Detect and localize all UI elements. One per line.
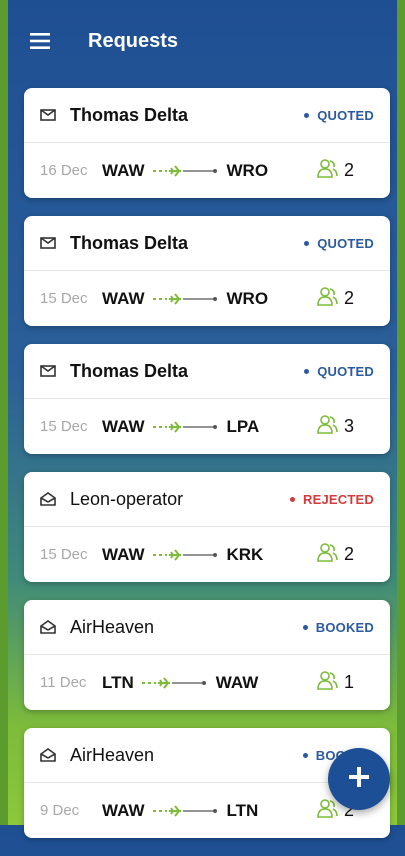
- airplane-route-icon: [151, 804, 221, 818]
- passenger-number: 2: [343, 160, 354, 180]
- passengers-icon: [316, 670, 338, 695]
- request-card-details: 15 Dec WAW KRK 2: [24, 527, 390, 582]
- envelope-closed-icon: [40, 364, 58, 378]
- request-card[interactable]: Thomas Delta QUOTED 15 Dec WAW LPA 3: [24, 344, 390, 454]
- status-dot: [302, 752, 308, 758]
- request-card-header: Thomas Delta QUOTED: [24, 344, 390, 399]
- arrival-code: KRK: [226, 544, 264, 564]
- passenger-count: 3: [316, 414, 354, 439]
- status-label: QUOTED: [317, 363, 374, 379]
- departure-code: WAW: [102, 288, 145, 308]
- status-dot: [302, 624, 308, 630]
- status-badge: QUOTED: [304, 364, 374, 379]
- request-card[interactable]: AirHeaven BOOKED 11 Dec LTN WAW 1: [24, 600, 390, 710]
- passenger-number: 3: [343, 416, 354, 436]
- app-bar: Requests: [8, 0, 397, 82]
- status-dot: [304, 240, 310, 246]
- status-label: QUOTED: [317, 235, 374, 251]
- status-dot: [304, 368, 310, 374]
- request-card-header: Leon-operator REJECTED: [24, 472, 390, 527]
- request-list: Thomas Delta QUOTED 16 Dec WAW WRO 2 Tho…: [24, 88, 390, 856]
- passenger-count: 2: [316, 542, 354, 567]
- page-title: Requests: [88, 29, 179, 52]
- envelope-open-icon: [40, 748, 58, 762]
- request-card-details: 15 Dec WAW LPA 3: [24, 399, 390, 454]
- operator-name: AirHeaven: [70, 616, 155, 637]
- request-card-details: 11 Dec LTN WAW 1: [24, 655, 390, 710]
- envelope-open-icon: [40, 492, 58, 506]
- status-badge: QUOTED: [304, 236, 374, 251]
- passengers-icon: [316, 286, 338, 311]
- arrival-code: LPA: [226, 416, 260, 436]
- airplane-route-icon: [151, 420, 221, 434]
- departure-code: LTN: [102, 672, 134, 692]
- status-label: REJECTED: [303, 491, 374, 507]
- request-card[interactable]: Leon-operator REJECTED 15 Dec WAW KRK 2: [24, 472, 390, 582]
- airplane-route-icon: [151, 292, 221, 306]
- hamburger-icon[interactable]: [18, 19, 62, 63]
- request-card-details: 15 Dec WAW WRO 2: [24, 271, 390, 326]
- arrival-code: LTN: [226, 800, 259, 820]
- passenger-count: 2: [316, 158, 354, 183]
- status-badge: BOOKED: [302, 619, 374, 635]
- passengers-icon: [316, 158, 338, 183]
- operator-name: Thomas Delta: [70, 232, 189, 253]
- passenger-number: 2: [343, 288, 354, 308]
- departure-code: WAW: [102, 544, 145, 564]
- request-card-header: Thomas Delta QUOTED: [24, 216, 390, 271]
- operator-name: Thomas Delta: [70, 360, 189, 381]
- status-badge: REJECTED: [290, 492, 374, 507]
- envelope-closed-icon: [40, 236, 58, 250]
- operator-name: Thomas Delta: [70, 104, 189, 125]
- passengers-icon: [316, 798, 338, 823]
- passenger-number: 2: [343, 544, 354, 564]
- status-dot: [304, 112, 310, 118]
- request-date: 11 Dec: [40, 674, 87, 691]
- request-date: 9 Dec: [40, 802, 80, 819]
- airplane-route-icon: [140, 676, 210, 690]
- passengers-icon: [316, 414, 338, 439]
- departure-code: WAW: [102, 800, 145, 820]
- request-date: 15 Dec: [40, 290, 88, 307]
- request-date: 15 Dec: [40, 546, 88, 563]
- request-card-header: Thomas Delta QUOTED: [24, 88, 390, 143]
- operator-name: Leon-operator: [70, 488, 184, 509]
- envelope-closed-icon: [40, 108, 58, 122]
- request-card-details: 16 Dec WAW WRO 2: [24, 143, 390, 198]
- request-card[interactable]: Thomas Delta QUOTED 16 Dec WAW WRO 2: [24, 88, 390, 198]
- arrival-code: WRO: [226, 288, 269, 308]
- status-label: BOOKED: [315, 619, 374, 635]
- passenger-count: 1: [316, 670, 354, 695]
- departure-code: WAW: [102, 160, 145, 180]
- arrival-code: WAW: [215, 672, 259, 692]
- request-date: 16 Dec: [40, 162, 88, 179]
- envelope-open-icon: [40, 620, 58, 634]
- passengers-icon: [316, 542, 338, 567]
- request-card-header: AirHeaven BOOKED: [24, 600, 390, 655]
- request-date: 15 Dec: [40, 418, 88, 435]
- passenger-count: 2: [316, 286, 354, 311]
- status-dot: [290, 496, 296, 502]
- arrival-code: WRO: [226, 160, 269, 180]
- add-request-button[interactable]: [328, 748, 390, 810]
- passenger-number: 1: [343, 672, 354, 692]
- status-label: QUOTED: [317, 107, 374, 123]
- status-badge: QUOTED: [304, 108, 374, 123]
- operator-name: AirHeaven: [70, 744, 155, 765]
- airplane-route-icon: [151, 548, 221, 562]
- plus-icon: [347, 765, 371, 794]
- departure-code: WAW: [102, 416, 145, 436]
- request-card[interactable]: Thomas Delta QUOTED 15 Dec WAW WRO 2: [24, 216, 390, 326]
- airplane-route-icon: [151, 164, 221, 178]
